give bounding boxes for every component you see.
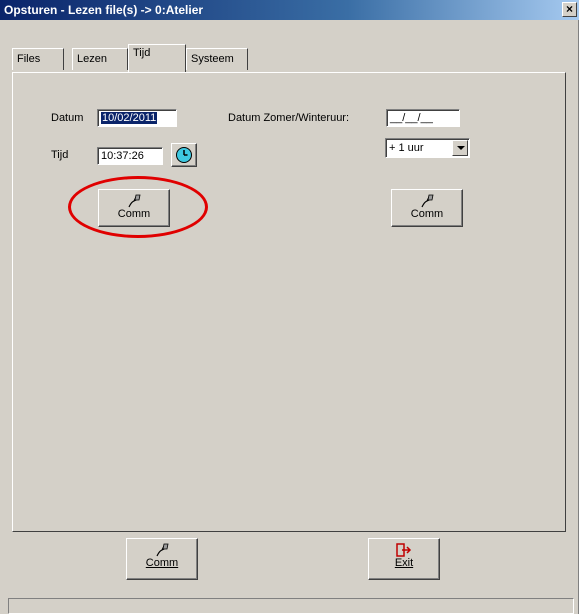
datum-value: 10/02/2011 (101, 112, 158, 124)
footer-comm-button[interactable]: Comm (126, 538, 198, 580)
tab-lezen-label: Lezen (77, 53, 107, 65)
clock-button[interactable] (171, 143, 197, 167)
datum-input[interactable]: 10/02/2011 (97, 109, 177, 127)
dst-label: Datum Zomer/Winteruur: (228, 112, 350, 124)
comm-label: Comm (410, 208, 444, 220)
tijd-label: Tijd (51, 149, 69, 161)
dst-date-input[interactable]: __/__/__ (386, 109, 460, 127)
close-icon: × (565, 2, 573, 16)
close-button[interactable]: × (562, 2, 577, 17)
comm-button-datum[interactable]: Comm (98, 189, 170, 227)
tab-systeem[interactable]: Systeem (186, 48, 248, 70)
tab-systeem-label: Systeem (191, 53, 234, 65)
tab-files-label: Files (17, 53, 41, 65)
status-bar (8, 598, 574, 614)
tab-files[interactable]: Files (12, 48, 64, 70)
exit-door-icon (396, 543, 412, 557)
tijd-input[interactable]: 10:37:26 (97, 147, 163, 165)
window-title: Opsturen - Lezen file(s) -> 0:Atelier (4, 3, 204, 17)
tijd-value: 10:37:26 (101, 150, 144, 162)
tab-lezen[interactable]: Lezen (72, 48, 128, 70)
tijd-panel: Datum 10/02/2011 Tijd 10:37:26 Comm Datu… (12, 72, 566, 532)
chevron-down-icon[interactable] (452, 140, 468, 156)
offset-value: + 1 uur (389, 142, 424, 154)
main-window: Opsturen - Lezen file(s) -> 0:Atelier × … (0, 0, 579, 614)
tab-tijd-label: Tijd (133, 47, 151, 59)
tab-tijd[interactable]: Tijd (128, 44, 186, 72)
exit-button[interactable]: Exit (368, 538, 440, 580)
plug-icon (128, 194, 141, 208)
plug-icon (156, 543, 169, 557)
comm-button-dst[interactable]: Comm (391, 189, 463, 227)
comm-label: Comm (117, 208, 151, 220)
plug-icon (421, 194, 434, 208)
exit-label: Exit (394, 557, 414, 569)
clock-icon (176, 147, 192, 163)
title-bar[interactable]: Opsturen - Lezen file(s) -> 0:Atelier × (0, 0, 579, 20)
offset-select[interactable]: + 1 uur (385, 138, 470, 158)
dst-date-value: __/__/__ (390, 112, 433, 124)
datum-label: Datum (51, 112, 84, 124)
footer-comm-label: Comm (145, 557, 179, 569)
